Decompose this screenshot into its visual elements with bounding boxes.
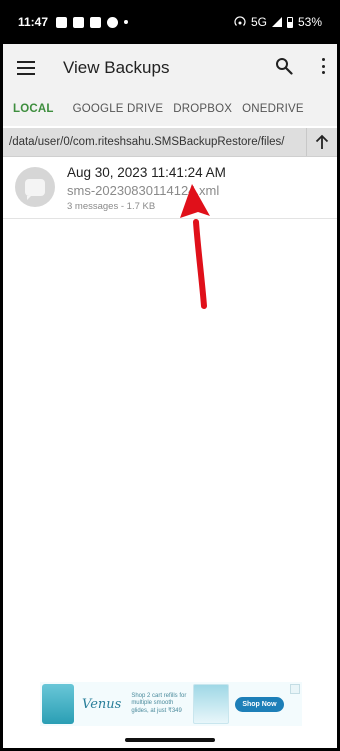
tab-google-drive[interactable]: GOOGLE DRIVE — [73, 103, 164, 115]
app-bar: View Backups — [3, 44, 337, 92]
signal-icon — [271, 17, 282, 27]
ad-copy: Shop 2 cart refills for multiple smooth … — [131, 693, 187, 714]
list-item[interactable]: Aug 30, 2023 11:41:24 AM sms-20230830114… — [3, 158, 337, 219]
annotation-arrow-icon — [180, 184, 210, 309]
path-bar: /data/user/0/com.riteshsahu.SMSBackupRes… — [3, 128, 337, 157]
battery-icon — [286, 16, 293, 28]
up-directory-button[interactable] — [306, 128, 337, 156]
storage-tabs: LOCAL GOOGLE DRIVE DROPBOX ONEDRIVE — [3, 92, 337, 126]
ad-info-icon[interactable] — [290, 684, 300, 694]
status-time: 11:47 — [18, 15, 49, 29]
backup-meta: 3 messages - 1.7 KB — [67, 201, 156, 212]
network-type-label: 5G — [250, 15, 267, 29]
tab-onedrive[interactable]: ONEDRIVE — [242, 103, 304, 115]
more-options-icon[interactable] — [321, 58, 325, 74]
ad-product-image — [42, 684, 74, 724]
app-notification-icon — [90, 16, 102, 28]
ad-shop-now-button[interactable]: Shop Now — [235, 696, 284, 712]
more-notifications-icon — [124, 20, 129, 24]
battery-percent: 53% — [297, 15, 322, 29]
status-bar: 11:47 5G 53% — [0, 0, 340, 44]
arrow-up-icon — [315, 134, 329, 149]
backup-date: Aug 30, 2023 11:41:24 AM — [67, 165, 226, 180]
gesture-nav-handle[interactable] — [125, 738, 215, 742]
tab-dropbox[interactable]: DROPBOX — [173, 103, 232, 115]
search-icon[interactable] — [275, 57, 293, 75]
current-path: /data/user/0/com.riteshsahu.SMSBackupRes… — [9, 136, 285, 148]
message-notification-icon — [56, 16, 68, 28]
hotspot-icon — [234, 16, 246, 26]
sms-backup-icon — [15, 167, 55, 207]
ad-brand: Venus — [82, 696, 122, 712]
ad-pack-image — [193, 684, 230, 724]
page-title: View Backups — [63, 58, 170, 77]
chat-notification-icon — [73, 16, 85, 28]
tab-local[interactable]: LOCAL — [13, 103, 54, 115]
messenger-notification-icon — [107, 16, 119, 28]
menu-icon[interactable] — [17, 61, 35, 75]
ad-banner[interactable]: Venus Shop 2 cart refills for multiple s… — [40, 682, 302, 726]
